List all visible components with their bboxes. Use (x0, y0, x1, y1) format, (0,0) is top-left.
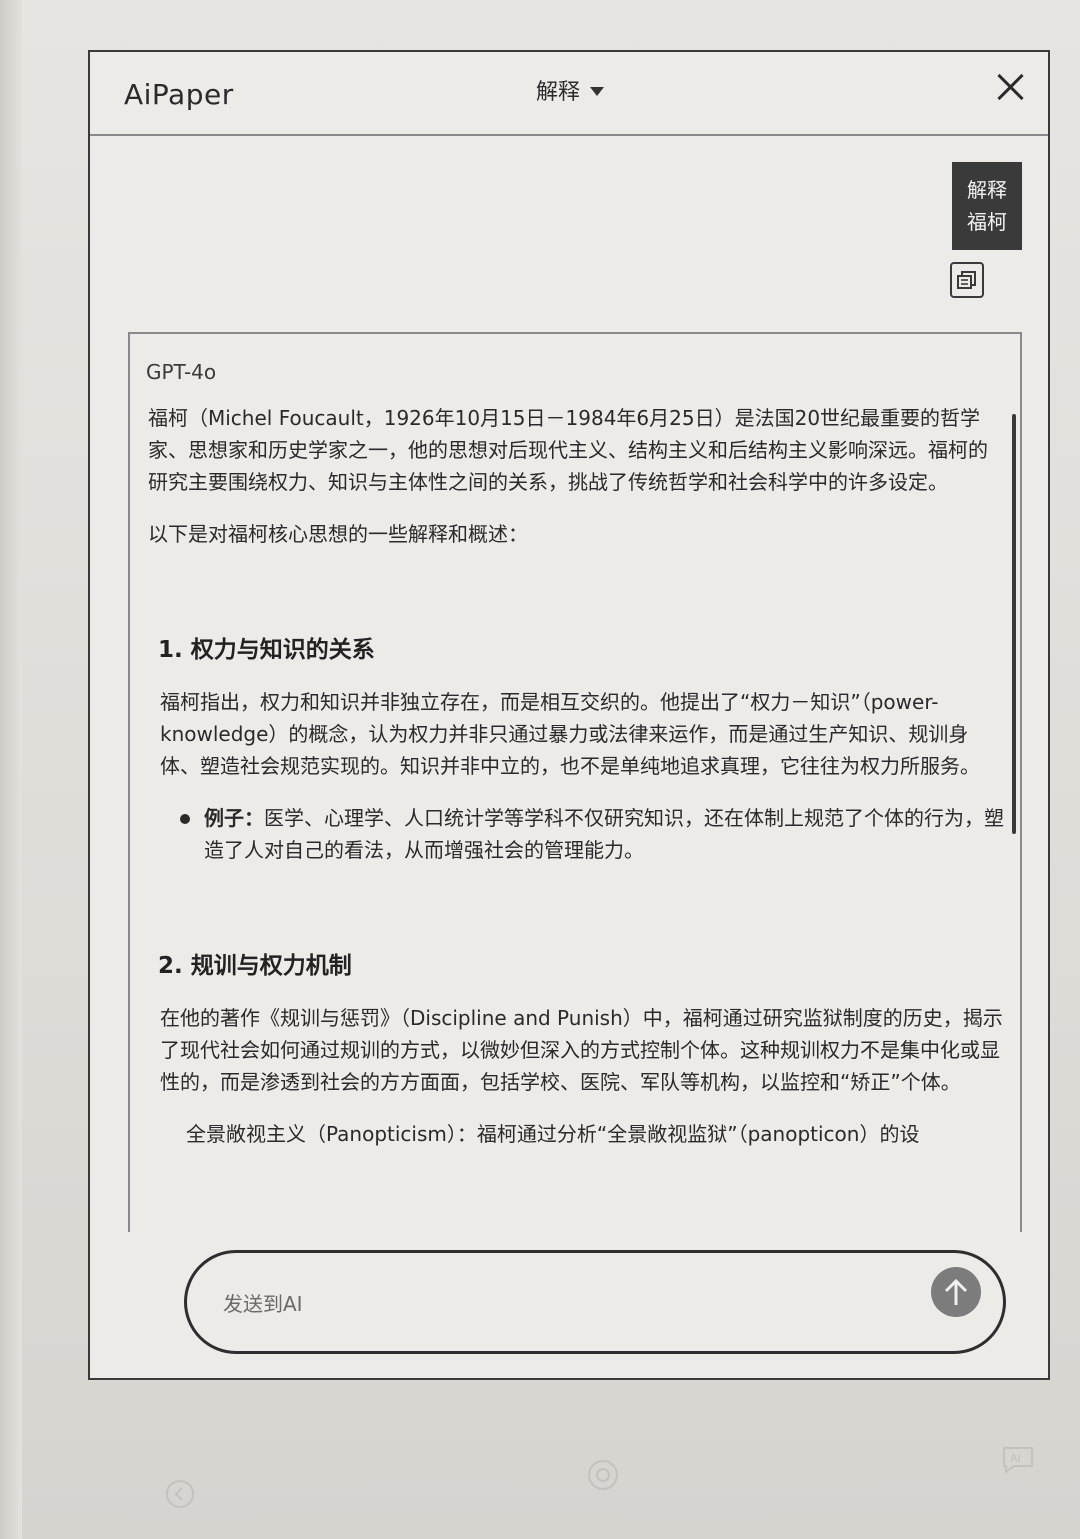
home-icon[interactable] (586, 1458, 620, 1492)
answer-scrollbar[interactable] (1012, 414, 1016, 834)
answer-intro: 福柯（Michel Foucault，1926年10月15日－1984年6月25… (148, 406, 988, 494)
copy-button[interactable] (950, 262, 984, 298)
section-body: 福柯指出，权力和知识并非独立存在，而是相互交织的。他提出了“权力－知识”（pow… (160, 690, 980, 778)
chat-input-bar (184, 1250, 1006, 1354)
ai-answer-card[interactable]: GPT-4o 福柯（Michel Foucault，1926年10月15日－19… (128, 332, 1022, 1232)
mode-dropdown-label: 解释 (536, 80, 581, 105)
answer-lead: 以下是对福柯核心思想的一些解释和概述： (148, 522, 528, 546)
dialog-header: AiPaper 解释 (90, 52, 1048, 136)
model-name: GPT-4o (146, 360, 217, 384)
truncated-line: 全景敞视主义（Panopticism）：福柯通过分析“全景敞视监狱”（panop… (186, 1122, 920, 1146)
send-button[interactable] (931, 1267, 981, 1317)
device-bezel (0, 0, 22, 1539)
back-icon[interactable] (164, 1478, 196, 1510)
ai-assistant-icon[interactable]: AI (1000, 1442, 1036, 1474)
bullet-label: 例子： (204, 806, 264, 830)
close-icon[interactable] (996, 72, 1026, 102)
copy-icon (957, 271, 976, 289)
section-heading: 1. 权力与知识的关系 (158, 637, 375, 663)
app-title: AiPaper (124, 78, 234, 111)
user-message-line: 福柯 (967, 210, 1007, 234)
message-input[interactable] (221, 1283, 885, 1325)
section-heading: 2. 规训与权力机制 (158, 953, 352, 979)
svg-text:AI: AI (1010, 1452, 1021, 1465)
arrow-up-icon (944, 1278, 968, 1305)
list-item: 例子：医学、心理学、人口统计学等学科不仅研究知识，还在体制上规范了个体的行为，塑… (180, 802, 1004, 866)
user-message-line: 解释 (967, 178, 1007, 202)
caret-down-icon (590, 87, 605, 96)
mode-dropdown[interactable]: 解释 (536, 74, 605, 106)
user-message-bubble: 解释 福柯 (952, 162, 1022, 250)
section-body: 在他的著作《规训与惩罚》（Discipline and Punish）中，福柯通… (160, 1006, 1003, 1094)
bullet-text: 医学、心理学、人口统计学等学科不仅研究知识，还在体制上规范了个体的行为，塑造了人… (204, 806, 1004, 862)
bullet-icon (180, 814, 190, 824)
aipaper-dialog: AiPaper 解释 解释 福柯 GPT-4o 福柯（Michel Foucau… (88, 50, 1050, 1380)
